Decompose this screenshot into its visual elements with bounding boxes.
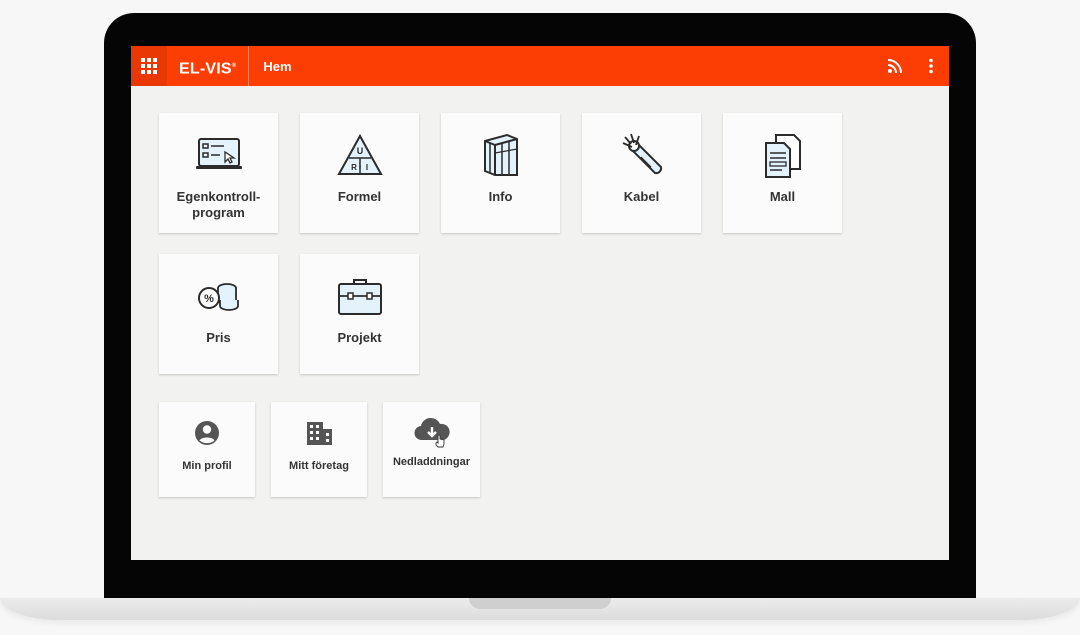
shortcut-label: Min profil xyxy=(182,460,232,472)
shortcut-label: Mitt företag xyxy=(289,460,349,472)
laptop-notch xyxy=(469,598,611,609)
app-screen: EL-VIS® Hem Egenkontroll- program U R • … xyxy=(131,46,949,560)
briefcase-icon xyxy=(337,279,382,315)
documents-icon xyxy=(764,134,801,178)
checklist-monitor-icon xyxy=(195,138,242,169)
rss-button[interactable] xyxy=(877,46,913,86)
more-vert-icon xyxy=(929,58,933,74)
shortcut-mitt-foretag[interactable]: Mitt företag xyxy=(271,402,367,497)
cloud-download-icon xyxy=(413,417,450,448)
tile-label-line2: program xyxy=(192,205,245,220)
formula-op: • xyxy=(358,165,360,171)
shortcut-min-profil[interactable]: Min profil xyxy=(159,402,255,497)
page-title: Hem xyxy=(263,58,292,74)
apps-grid-icon xyxy=(141,58,157,74)
tile-label: Formel xyxy=(337,189,382,204)
svg-text:%: % xyxy=(204,293,214,305)
tile-label: Kabel xyxy=(623,189,660,204)
tile-formel[interactable]: U R • I Formel xyxy=(300,113,419,233)
coins-percent-icon: % xyxy=(197,283,239,311)
shortcut-label: Nedladdningar xyxy=(392,456,470,468)
books-icon xyxy=(483,133,518,176)
laptop-mockup: EL-VIS® Hem Egenkontroll- program U R • … xyxy=(0,0,1080,635)
account-circle-icon xyxy=(195,421,219,445)
tile-egenkontrollprogram[interactable]: Egenkontroll- program xyxy=(159,113,278,233)
formula-r: R xyxy=(351,163,357,172)
rss-icon xyxy=(887,59,902,74)
brand-mark: ® xyxy=(231,63,237,69)
formula-i: I xyxy=(365,163,367,172)
app-bar: EL-VIS® Hem xyxy=(131,46,949,86)
brand-name: EL-VIS xyxy=(179,60,232,78)
tile-label-line1: Egenkontroll- xyxy=(176,189,261,204)
apps-menu-button[interactable] xyxy=(131,46,167,86)
tile-kabel[interactable]: Kabel xyxy=(582,113,701,233)
brand-logo[interactable]: EL-VIS® xyxy=(167,46,250,86)
shortcut-nedladdningar[interactable]: Nedladdningar xyxy=(383,402,480,497)
tile-label: Pris xyxy=(206,330,231,345)
tile-pris[interactable]: % Pris xyxy=(159,254,278,374)
tile-label: Mall xyxy=(769,189,796,204)
tile-label: Info xyxy=(488,189,513,204)
cable-icon xyxy=(622,133,662,175)
ohms-law-triangle-icon: U R • I xyxy=(336,133,383,175)
tile-label: Projekt xyxy=(337,330,382,345)
building-icon xyxy=(307,422,332,445)
tile-mall[interactable]: Mall xyxy=(723,113,842,233)
tile-info[interactable]: Info xyxy=(441,113,560,233)
formula-u: U xyxy=(356,146,363,156)
tile-projekt[interactable]: Projekt xyxy=(300,254,419,374)
more-menu-button[interactable] xyxy=(913,46,949,86)
tile-label: Egenkontroll- program xyxy=(177,189,261,221)
